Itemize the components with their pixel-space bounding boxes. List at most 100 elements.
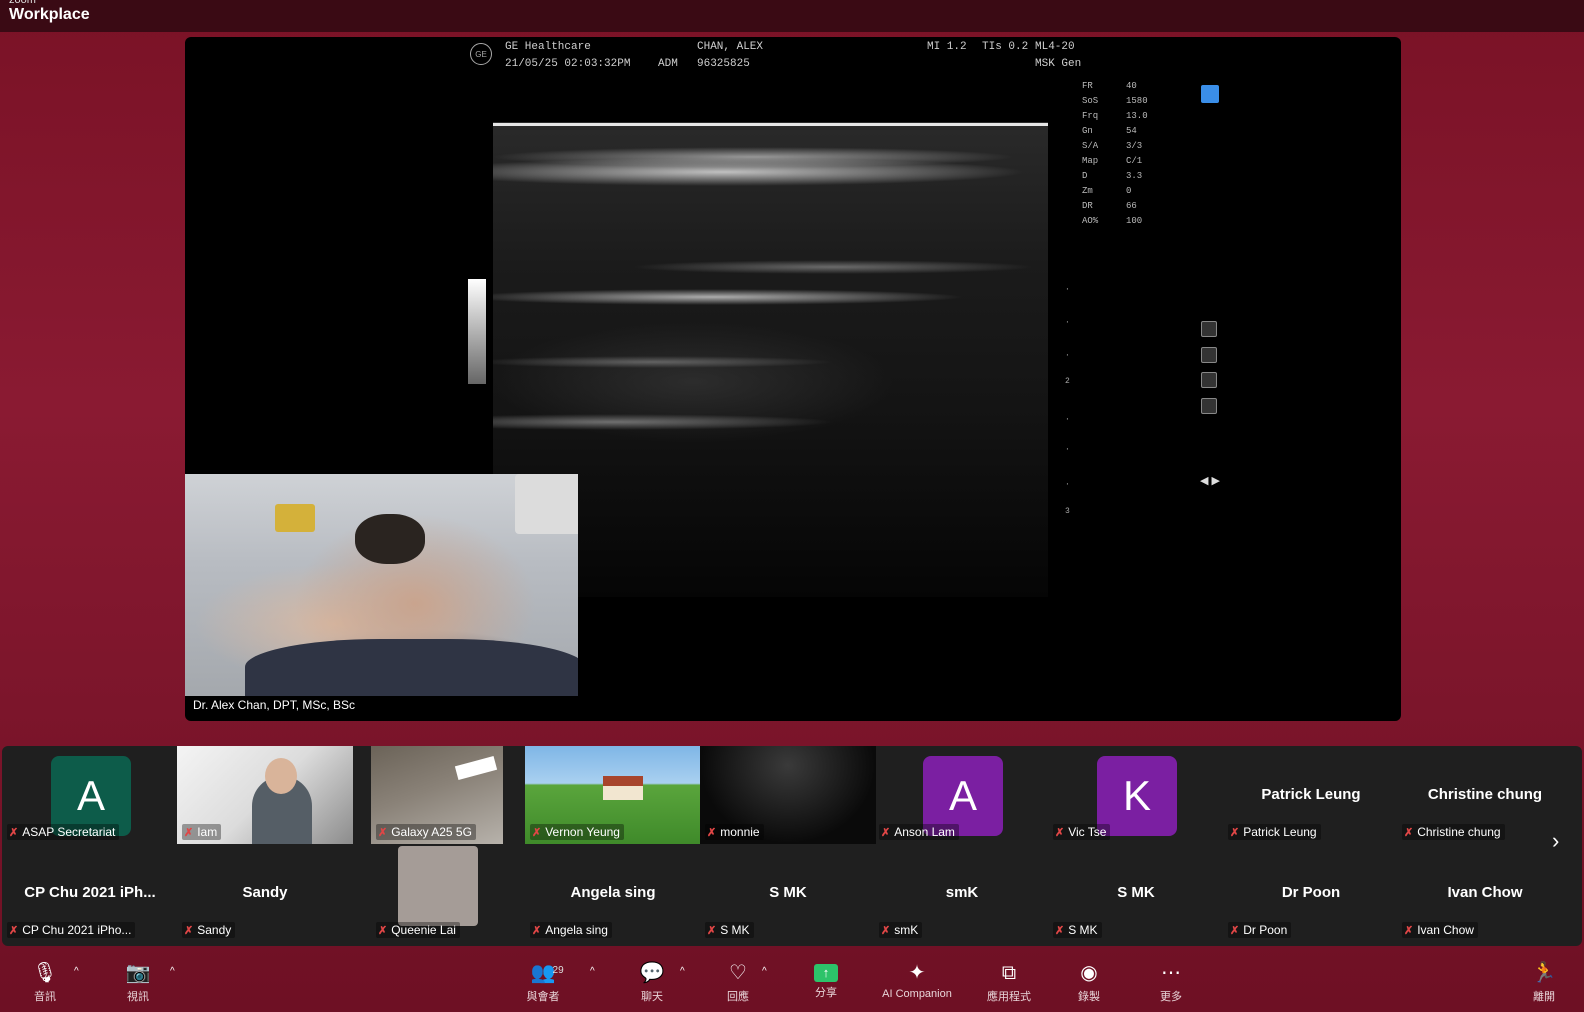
layout-dual-icon [1201, 347, 1217, 363]
mic-muted-icon: ✗ [1055, 924, 1065, 937]
participant-name: S MK [720, 923, 750, 937]
mic-muted-icon: ✗ [184, 924, 194, 937]
participant-tile[interactable]: A ✗ Anson Lam [874, 746, 1050, 844]
participant-name: CP Chu 2021 iPho... [22, 923, 132, 937]
participants-count: 29 [552, 965, 564, 976]
ultrasound-surface-line [493, 123, 1048, 126]
participant-display-name: Christine chung [1427, 786, 1543, 803]
participant-tile[interactable]: S MK ✗ S MK [700, 844, 876, 942]
participant-tile[interactable]: A ✗ ASAP Secretariat [2, 746, 178, 844]
participant-tile[interactable]: ✗ Vernon Yeung [525, 746, 701, 844]
participant-name: Angela sing [545, 923, 608, 937]
record-button[interactable]: ◉ 錄製 [1059, 960, 1119, 1004]
machine-image [515, 474, 578, 534]
us-mi: MI 1.2 [927, 41, 967, 53]
mic-muted-icon: ✗ [1404, 924, 1414, 937]
meeting-toolbar: 🎙 音訊 ^ 📷 視訊 ^ 👥 29 與會者 ^ 💬 聊天 ^ ♡ 回應 ^ ↑ … [0, 950, 1584, 1012]
us-vendor: GE Healthcare [505, 41, 591, 53]
layout-quad-icon [1201, 372, 1217, 388]
participant-tile[interactable]: smK ✗ smK [874, 844, 1050, 942]
us-patient-id: 96325825 [697, 58, 750, 70]
shared-screen[interactable]: GE GE Healthcare 21/05/25 02:03:32PM ADM… [185, 37, 1401, 721]
share-arrow-icon: ↑ [814, 964, 838, 982]
participants-icon: 👥 29 [531, 960, 564, 986]
heart-icon: ♡ [729, 962, 747, 984]
mic-muted-icon: 🎙 [32, 962, 58, 984]
participant-display-name: Dr Poon [1281, 884, 1341, 901]
ai-companion-button[interactable]: ✦ AI Companion [882, 960, 952, 1000]
more-button[interactable]: ⋯ 更多 [1141, 960, 1201, 1004]
participant-tile[interactable]: ✗ Queenie Lai [371, 844, 547, 942]
apps-button[interactable]: ⧉ 應用程式 [979, 960, 1039, 1004]
participant-tile[interactable]: Sandy ✗ Sandy [177, 844, 353, 942]
participant-name: Ivan Chow [1417, 923, 1474, 937]
video-options-caret-icon[interactable]: ^ [170, 966, 175, 977]
participant-gallery: A ✗ ASAP Secretariat ✗ Iam ✗ Galaxy A25 5G … [2, 746, 1582, 946]
apps-icon: ⧉ [1001, 962, 1017, 984]
mic-muted-icon: ✗ [1230, 826, 1240, 839]
participants-caret-icon[interactable]: ^ [590, 966, 595, 977]
grayscale-bar [468, 279, 486, 384]
mic-muted-icon: ✗ [9, 826, 19, 839]
us-params-panel: FR 40 SoS 1580 Frq 13.0 Gn 54 S/A 3/3 Map C/1 … [1082, 81, 1148, 226]
ge-logo-icon: GE [470, 43, 492, 65]
participant-display-name: Sandy [242, 884, 288, 901]
audio-options-caret-icon[interactable]: ^ [74, 966, 79, 977]
blanket-image [245, 639, 578, 696]
participant-display-name: S MK [769, 884, 807, 901]
participant-name: Iam [197, 825, 218, 839]
us-adm: ADM [658, 58, 678, 70]
participant-display-name: Angela sing [570, 884, 656, 901]
participant-tile[interactable]: S MK ✗ S MK [1048, 844, 1224, 942]
participant-name: Anson Lam [894, 825, 955, 839]
us-probe: ML4-20 [1035, 41, 1075, 53]
mic-muted-icon: ✗ [378, 826, 388, 839]
participant-tile[interactable]: Ivan Chow ✗ Ivan Chow [1397, 844, 1573, 942]
participant-tile[interactable]: ✗ Iam [177, 746, 353, 844]
participant-name: Christine chung [1417, 825, 1501, 839]
participant-tile[interactable]: CP Chu 2021 iPh... ✗ CP Chu 2021 iPho... [2, 844, 178, 942]
participant-tile[interactable]: K ✗ Vic Tse [1048, 746, 1224, 844]
sparkle-icon: ✦ [908, 962, 926, 984]
participant-name: S MK [1068, 923, 1098, 937]
chat-caret-icon[interactable]: ^ [680, 966, 685, 977]
patient-head-image [355, 514, 425, 564]
mic-muted-icon: ✗ [1404, 826, 1414, 839]
mic-muted-icon: ✗ [707, 826, 717, 839]
react-button[interactable]: ♡ 回應 [708, 960, 768, 1004]
participant-display-name: S MK [1117, 884, 1155, 901]
participant-tile[interactable]: ✗ monnie [700, 746, 876, 844]
camera-off-icon: 📷 [125, 962, 151, 984]
mic-muted-icon: ✗ [1230, 924, 1240, 937]
mic-muted-icon: ✗ [378, 924, 388, 937]
participant-tile[interactable]: Patrick Leung ✗ Patrick Leung [1223, 746, 1399, 844]
app-brand: Workplace [9, 6, 90, 23]
blue-indicator-icon [1201, 85, 1219, 103]
participant-name: Vernon Yeung [545, 825, 620, 839]
chat-button[interactable]: 💬 聊天 [622, 960, 682, 1004]
participant-tile[interactable]: Angela sing ✗ Angela sing [525, 844, 701, 942]
participant-name: smK [894, 923, 919, 937]
leave-button[interactable]: 🏃 離開 [1514, 960, 1574, 1004]
participant-display-name: CP Chu 2021 iPh... [24, 884, 156, 901]
us-patient: CHAN, ALEX [697, 41, 764, 53]
participant-name: Patrick Leung [1243, 825, 1317, 839]
participant-name: Vic Tse [1068, 825, 1107, 839]
participants-button[interactable]: 👥 29 與會者 [513, 960, 573, 1004]
participant-tile[interactable]: Christine chung ✗ Christine chung [1397, 746, 1573, 844]
share-button[interactable]: ↑ 分享 [796, 960, 856, 1000]
video-button[interactable]: 📷 視訊 [108, 960, 168, 1004]
gallery-next-arrow-icon[interactable]: › [1552, 828, 1559, 854]
participant-tile[interactable]: ✗ Galaxy A25 5G [371, 746, 503, 844]
audio-button[interactable]: 🎙 音訊 [15, 960, 75, 1004]
participant-display-name: smK [945, 884, 979, 901]
chat-icon: 💬 [639, 962, 665, 984]
leave-icon: 🏃 [1531, 962, 1557, 984]
layout-split-icon [1201, 398, 1217, 414]
participant-display-name: Patrick Leung [1261, 786, 1361, 803]
react-caret-icon[interactable]: ^ [762, 966, 767, 977]
participant-image [398, 846, 478, 926]
participant-tile[interactable]: Dr Poon ✗ Dr Poon [1223, 844, 1399, 942]
mic-muted-icon: ✗ [9, 924, 19, 937]
mic-muted-icon: ✗ [881, 924, 891, 937]
